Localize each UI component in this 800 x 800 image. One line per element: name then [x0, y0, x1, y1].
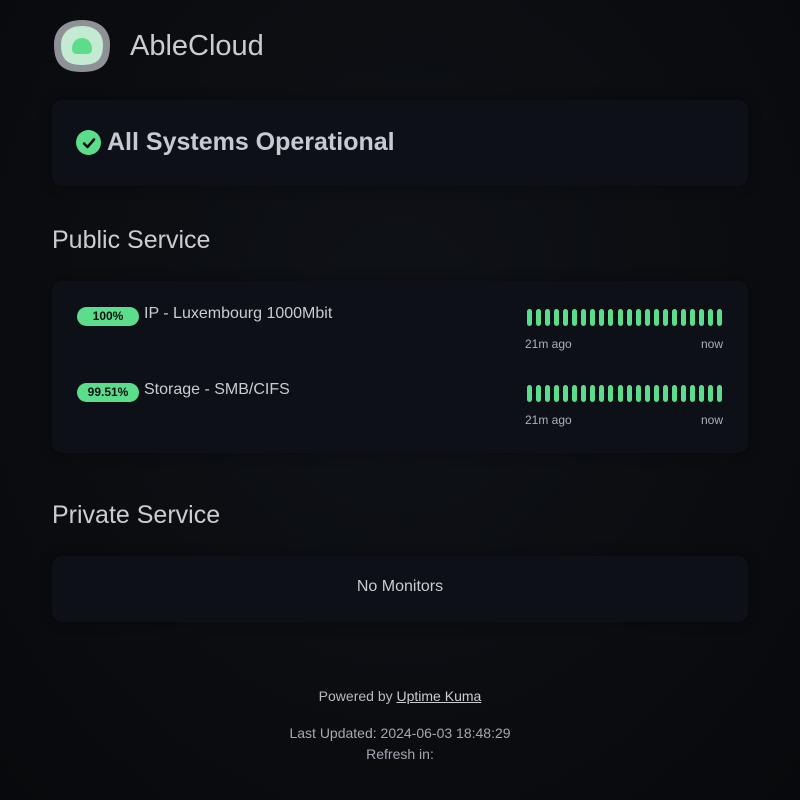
heartbeat-beat[interactable] [608, 309, 614, 326]
heartbeat-beat[interactable] [581, 309, 587, 326]
heartbeat-beat[interactable] [644, 309, 650, 326]
overall-status: All Systems Operational [76, 128, 395, 157]
check-circle-icon [76, 130, 101, 155]
heartbeat-beat[interactable] [680, 309, 686, 326]
heartbeat-beat[interactable] [689, 309, 695, 326]
heartbeat-beat[interactable] [608, 385, 614, 402]
uptime-badge: 100% [77, 307, 139, 326]
heartbeat-beat[interactable] [590, 309, 596, 326]
heartbeat-beat[interactable] [671, 309, 677, 326]
heartbeat-beat[interactable] [635, 385, 641, 402]
app-title: AbleCloud [130, 30, 264, 62]
heartbeat-beat[interactable] [617, 385, 623, 402]
heartbeat-bar[interactable] [525, 385, 725, 403]
heartbeat-beat[interactable] [626, 385, 632, 402]
heartbeat-beat[interactable] [662, 309, 668, 326]
heartbeat-beat[interactable] [689, 385, 695, 402]
heartbeat-beat[interactable] [635, 309, 641, 326]
heartbeat-beat[interactable] [680, 385, 686, 402]
uptime-kuma-link[interactable]: Uptime Kuma [397, 688, 482, 704]
heartbeat-beat[interactable] [644, 385, 650, 402]
last-updated: Last Updated: 2024-06-03 18:48:29 [289, 725, 511, 741]
heartbeat-start-label: 21m ago [525, 337, 572, 351]
monitor-row[interactable]: 100% IP - Luxembourg 1000Mbit 21m ago no… [77, 304, 723, 364]
heartbeat-beat[interactable] [554, 309, 560, 326]
powered-by: Powered by Uptime Kuma [0, 688, 800, 704]
heartbeat-beat[interactable] [617, 309, 623, 326]
heartbeat-beat[interactable] [536, 385, 542, 402]
monitor-name[interactable]: Storage - SMB/CIFS [144, 381, 290, 399]
overall-status-card: All Systems Operational [52, 100, 748, 186]
heartbeat-beat[interactable] [527, 385, 532, 402]
heartbeat-beat[interactable] [662, 385, 668, 402]
heartbeat-start-label: 21m ago [525, 413, 572, 427]
heartbeat-beat[interactable] [563, 309, 569, 326]
heartbeat-beat[interactable] [563, 385, 569, 402]
private-service-list: No Monitors [52, 556, 748, 622]
heartbeat-end-label: now [700, 337, 723, 351]
heartbeat-beat[interactable] [653, 309, 659, 326]
refresh-countdown: Refresh in: [366, 746, 434, 762]
overall-status-text: All Systems Operational [107, 128, 395, 156]
heartbeat-beat[interactable] [581, 385, 587, 402]
heartbeat-beat[interactable] [698, 309, 704, 326]
heartbeat-beat[interactable] [545, 385, 551, 402]
heartbeat-end-label: now [700, 413, 723, 427]
heartbeat-beat[interactable] [653, 385, 659, 402]
heartbeat-beat[interactable] [545, 309, 551, 326]
heartbeat-beat[interactable] [671, 385, 677, 402]
private-service-title: Private Service [52, 501, 221, 529]
heartbeat-beat[interactable] [698, 385, 704, 402]
heartbeat-beat[interactable] [572, 309, 578, 326]
heartbeat-beat[interactable] [554, 385, 560, 402]
heartbeat-beat[interactable] [626, 309, 632, 326]
heartbeat-beat[interactable] [717, 385, 723, 402]
heartbeat-beat[interactable] [599, 309, 605, 326]
monitor-row[interactable]: 99.51% Storage - SMB/CIFS 21m ago now [77, 380, 723, 440]
monitor-name[interactable]: IP - Luxembourg 1000Mbit [144, 305, 332, 323]
public-service-list: 100% IP - Luxembourg 1000Mbit 21m ago no… [52, 281, 748, 453]
heartbeat-beat[interactable] [708, 309, 713, 326]
heartbeat-beat[interactable] [536, 309, 542, 326]
powered-by-prefix: Powered by [318, 688, 393, 704]
heartbeat-beat[interactable] [572, 385, 578, 402]
empty-state-text: No Monitors [356, 578, 444, 595]
cloud-logo-icon [52, 18, 112, 74]
uptime-badge: 99.51% [77, 383, 139, 402]
heartbeat-beat[interactable] [599, 385, 605, 402]
heartbeat-beat[interactable] [708, 385, 713, 402]
heartbeat-bar[interactable] [525, 309, 725, 327]
heartbeat-beat[interactable] [717, 309, 723, 326]
public-service-title: Public Service [52, 226, 211, 254]
heartbeat-beat[interactable] [590, 385, 596, 402]
heartbeat-beat[interactable] [527, 309, 532, 326]
